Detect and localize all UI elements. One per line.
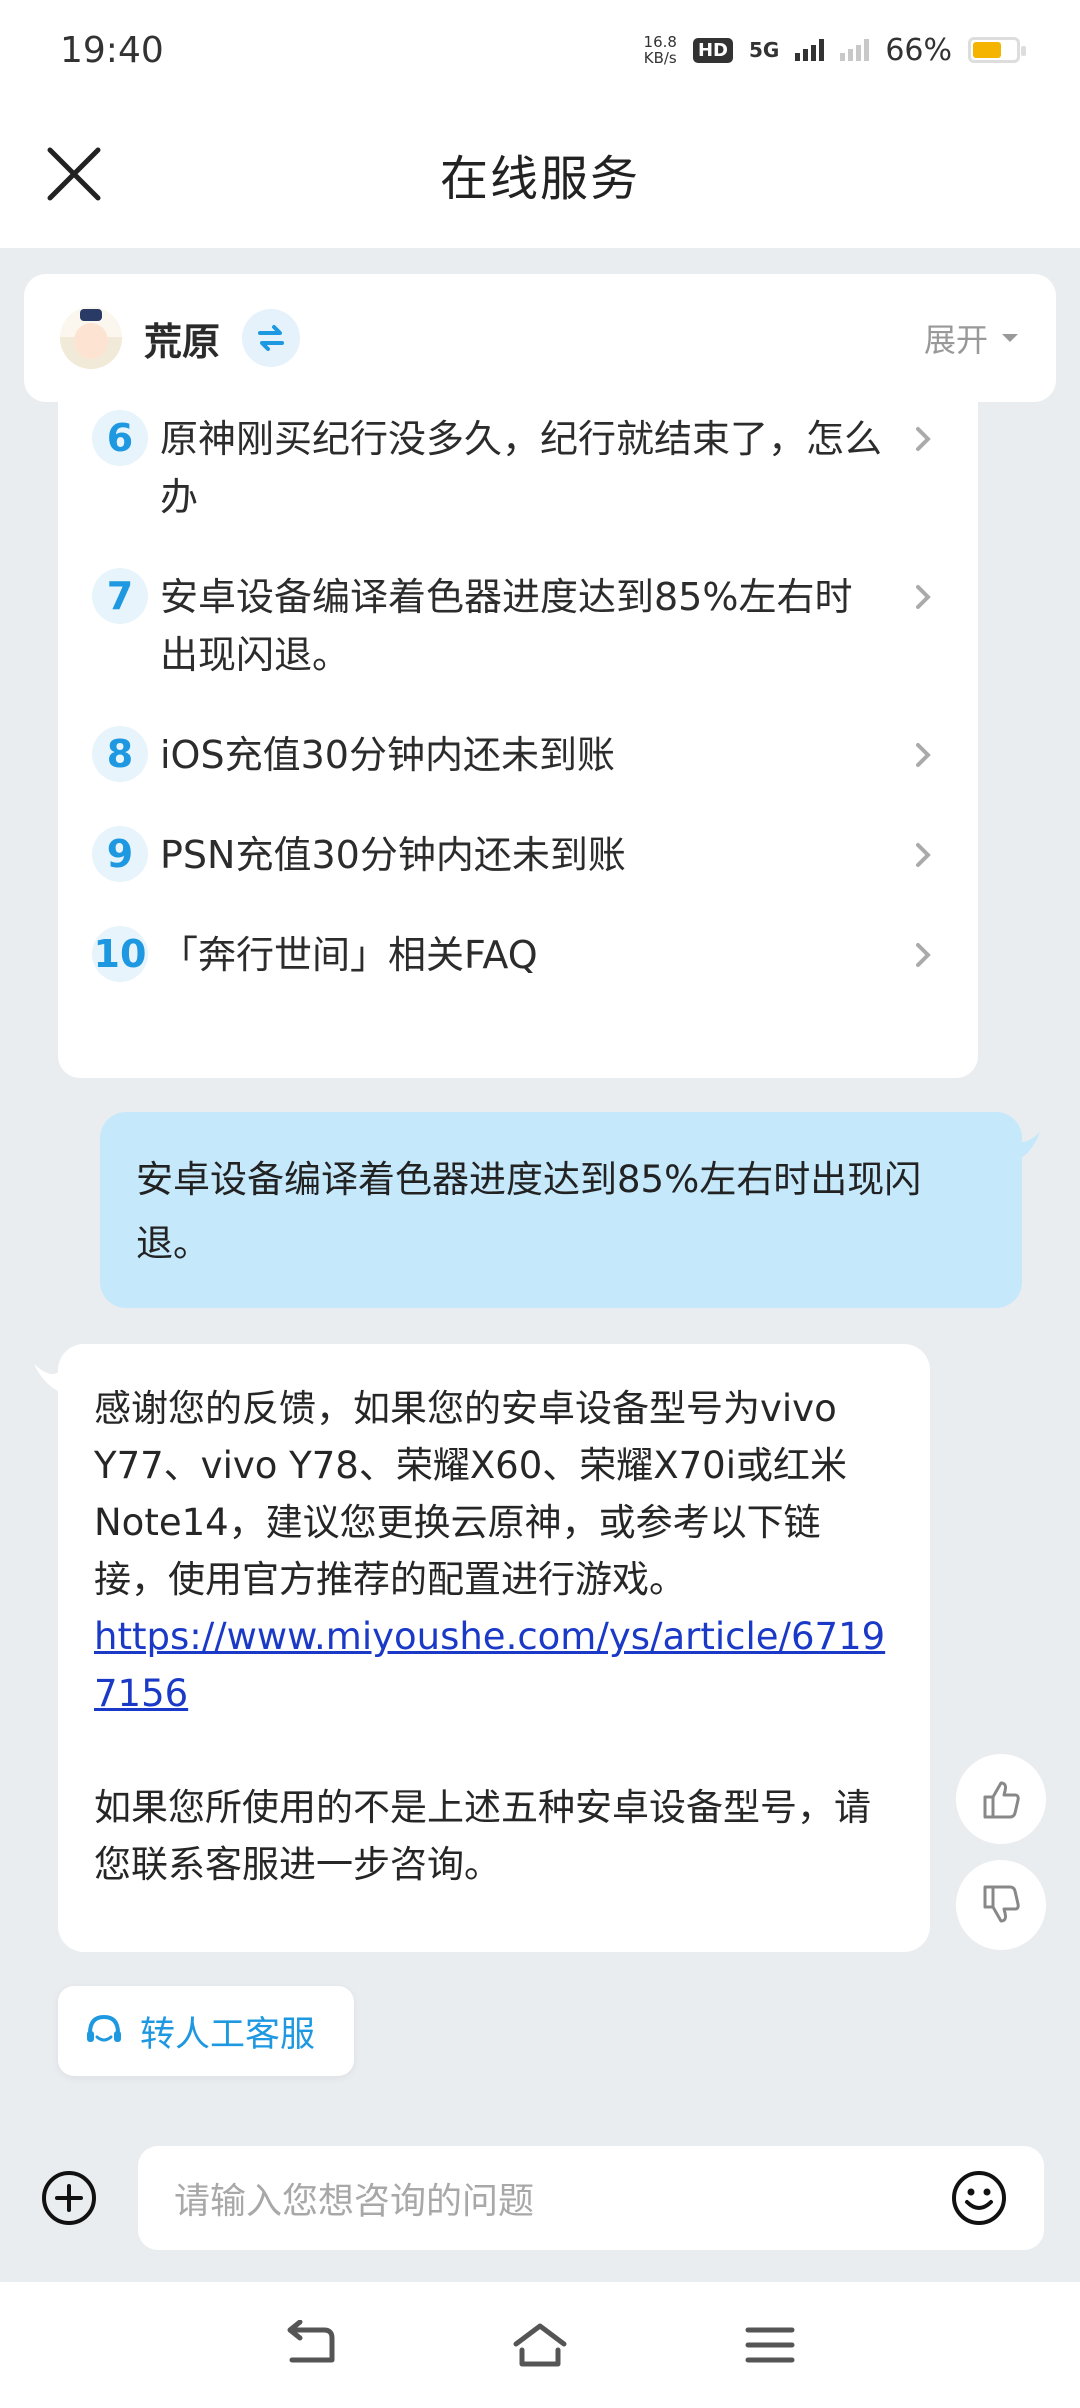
agent-icon: [87, 2014, 121, 2042]
faq-text: 「奔行世间」相关FAQ: [160, 933, 538, 977]
hd-icon: HD: [692, 37, 733, 63]
faq-item[interactable]: 6 原神刚买纪行没多久，纪行就结束了，怎么办: [92, 410, 938, 526]
emoji-icon[interactable]: [950, 2169, 1008, 2227]
page-header: 在线服务: [0, 100, 1080, 248]
faq-item[interactable]: 8 iOS充值30分钟内还未到账: [92, 726, 938, 784]
signal-icon: [795, 39, 825, 61]
input-placeholder: 请输入您想咨询的问题: [174, 2181, 535, 2222]
faq-text: PSN充值30分钟内还未到账: [160, 833, 626, 877]
battery-fill: [973, 42, 1001, 58]
network-type: 5G: [748, 38, 780, 62]
switch-game-button[interactable]: [242, 309, 301, 367]
faq-list: 6 原神刚买纪行没多久，纪行就结束了，怎么办 7 安卓设备编译着色器进度达到85…: [58, 380, 978, 1078]
chevron-right-icon: [916, 743, 931, 767]
menu-icon[interactable]: [740, 2320, 800, 2370]
faq-number: 10: [92, 926, 148, 982]
close-icon[interactable]: [40, 140, 108, 208]
thumbs-down-button[interactable]: [956, 1860, 1046, 1950]
faq-item[interactable]: 9 PSN充值30分钟内还未到账: [92, 826, 938, 884]
faq-text: 原神刚买纪行没多久，纪行就结束了，怎么办: [160, 417, 883, 519]
input-bar: 请输入您想咨询的问题: [0, 2140, 1080, 2270]
faq-item[interactable]: 7 安卓设备编译着色器进度达到85%左右时出现闪退。: [92, 568, 938, 684]
article-link[interactable]: https://www.miyoushe.com/ys/article/6719…: [94, 1615, 885, 1715]
caret-down-icon: [1002, 334, 1018, 342]
page-title: 在线服务: [439, 151, 640, 207]
faq-number: 7: [92, 568, 148, 624]
transfer-human-label: 转人工客服: [140, 2014, 316, 2055]
bot-message-bubble: 感谢您的反馈，如果您的安卓设备型号为vivo Y77、vivo Y78、荣耀X6…: [58, 1344, 930, 1952]
thumbs-up-button[interactable]: [956, 1754, 1046, 1844]
faq-number: 6: [92, 410, 148, 466]
net-speed-unit: KB/s: [643, 49, 677, 67]
status-icons: 16.8 KB/s HD 5G 66%: [644, 32, 1026, 68]
swap-arrows-icon: [258, 325, 285, 351]
faq-number: 8: [92, 726, 148, 782]
user-message-text: 安卓设备编译着色器进度达到85%左右时出现闪退。: [136, 1158, 922, 1265]
faq-number: 9: [92, 826, 148, 882]
net-speed: 16.8 KB/s: [644, 34, 677, 66]
game-selector: 荒原 展开: [24, 274, 1056, 402]
system-nav-bar: [0, 2282, 1080, 2408]
net-speed-value: 16.8: [643, 33, 677, 51]
expand-label: 展开: [923, 321, 988, 359]
signal-secondary-icon: [840, 39, 870, 61]
status-time: 19:40: [60, 29, 164, 71]
chevron-right-icon: [916, 427, 931, 451]
thumbs-up-icon: [983, 1781, 1020, 1819]
faq-text: 安卓设备编译着色器进度达到85%左右时出现闪退。: [160, 575, 853, 677]
plus-circle-icon[interactable]: [40, 2169, 98, 2227]
bot-message-text-2: 如果您所使用的不是上述五种安卓设备型号，请您联系客服进一步咨询。: [94, 1786, 871, 1886]
expand-button[interactable]: 展开: [924, 315, 1020, 361]
game-avatar: [60, 307, 122, 369]
back-icon[interactable]: [280, 2320, 340, 2370]
battery-icon: [968, 37, 1026, 63]
chevron-right-icon: [916, 585, 931, 609]
bubble-tail: [1014, 1132, 1040, 1162]
thumbs-down-icon: [983, 1885, 1020, 1923]
game-name: 荒原: [144, 319, 221, 364]
transfer-human-button[interactable]: 转人工客服: [58, 1986, 354, 2076]
status-bar: 19:40 16.8 KB/s HD 5G 66%: [0, 0, 1080, 100]
faq-text: iOS充值30分钟内还未到账: [160, 733, 615, 777]
bot-message-text: 感谢您的反馈，如果您的安卓设备型号为vivo Y77、vivo Y78、荣耀X6…: [94, 1387, 847, 1601]
message-input[interactable]: 请输入您想咨询的问题: [138, 2146, 1044, 2250]
battery-percent: 66%: [885, 32, 952, 68]
home-icon[interactable]: [510, 2320, 570, 2370]
chevron-right-icon: [916, 843, 931, 867]
user-message-bubble: 安卓设备编译着色器进度达到85%左右时出现闪退。: [100, 1112, 1022, 1308]
faq-item[interactable]: 10 「奔行世间」相关FAQ: [92, 926, 938, 984]
chevron-right-icon: [916, 943, 931, 967]
